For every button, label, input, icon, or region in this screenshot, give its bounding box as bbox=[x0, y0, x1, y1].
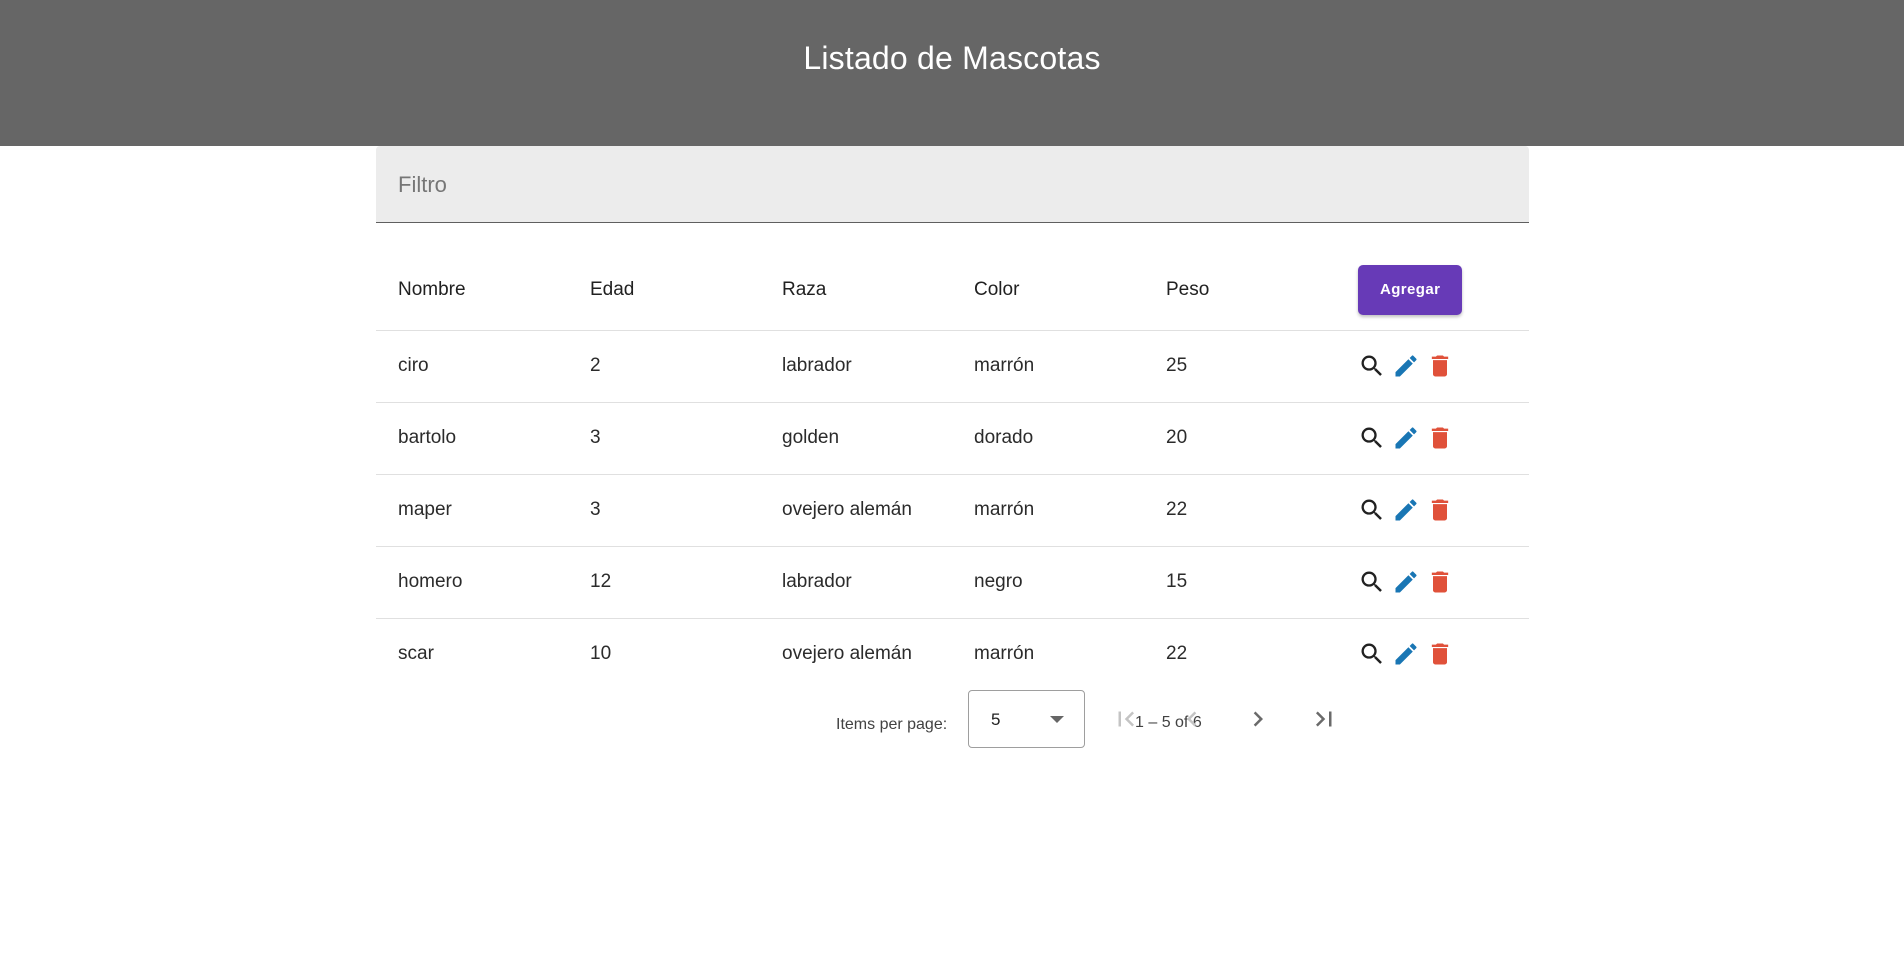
view-button[interactable] bbox=[1358, 639, 1386, 669]
filter-input[interactable] bbox=[398, 168, 1498, 202]
search-icon bbox=[1361, 499, 1382, 520]
edit-button[interactable] bbox=[1392, 423, 1420, 453]
pets-table: Nombre Edad Raza Color Peso Agregar ciro… bbox=[376, 250, 1529, 690]
column-header-raza[interactable]: Raza bbox=[760, 250, 952, 331]
row-actions bbox=[1358, 567, 1529, 597]
cell-edad: 3 bbox=[568, 474, 760, 547]
view-button[interactable] bbox=[1358, 351, 1386, 381]
cell-actions bbox=[1336, 618, 1529, 690]
edit-button[interactable] bbox=[1392, 351, 1420, 381]
cell-color: marrón bbox=[952, 330, 1144, 403]
delete-icon bbox=[1431, 499, 1449, 521]
delete-button[interactable] bbox=[1426, 639, 1454, 669]
cell-nombre: homero bbox=[376, 546, 568, 619]
cell-peso: 22 bbox=[1144, 474, 1336, 547]
edit-icon bbox=[1395, 427, 1417, 449]
last-page-icon bbox=[1315, 711, 1332, 727]
cell-color: negro bbox=[952, 546, 1144, 619]
search-icon bbox=[1361, 355, 1382, 376]
cell-nombre: maper bbox=[376, 474, 568, 547]
main-content: Nombre Edad Raza Color Peso Agregar ciro… bbox=[376, 146, 1529, 766]
delete-button[interactable] bbox=[1426, 351, 1454, 381]
table-row: maper 3 ovejero alemán marrón 22 bbox=[376, 474, 1529, 547]
search-icon bbox=[1361, 643, 1382, 665]
page-size-value: 5 bbox=[991, 710, 1001, 729]
previous-page-icon bbox=[1187, 711, 1197, 727]
dropdown-arrow-icon bbox=[1050, 716, 1064, 723]
delete-button[interactable] bbox=[1426, 495, 1454, 525]
items-per-page-label: Items per page: bbox=[836, 716, 948, 733]
edit-icon bbox=[1395, 355, 1417, 377]
cell-raza: labrador bbox=[760, 330, 952, 403]
next-page-icon bbox=[1253, 711, 1263, 727]
delete-icon bbox=[1431, 427, 1449, 449]
cell-nombre: bartolo bbox=[376, 402, 568, 475]
cell-peso: 20 bbox=[1144, 402, 1336, 475]
cell-color: marrón bbox=[974, 643, 1035, 665]
row-actions bbox=[1358, 351, 1529, 381]
cell-raza: ovejero alemán bbox=[782, 643, 912, 665]
cell-edad: 3 bbox=[568, 402, 760, 475]
row-actions bbox=[1358, 495, 1529, 525]
search-icon bbox=[1361, 427, 1382, 448]
delete-icon bbox=[1431, 571, 1449, 593]
view-button[interactable] bbox=[1358, 423, 1386, 453]
delete-icon bbox=[1431, 355, 1449, 377]
search-icon bbox=[1361, 571, 1382, 592]
page-size-select[interactable]: 5 bbox=[968, 690, 1085, 748]
row-actions bbox=[1358, 639, 1529, 669]
table-row: bartolo 3 golden dorado 20 bbox=[376, 402, 1529, 475]
edit-button[interactable] bbox=[1392, 567, 1420, 597]
cell-color: dorado bbox=[952, 402, 1144, 475]
column-header-color[interactable]: Color bbox=[952, 250, 1144, 331]
edit-icon bbox=[1395, 499, 1417, 521]
column-header-edad[interactable]: Edad bbox=[568, 250, 760, 331]
edit-button[interactable] bbox=[1392, 495, 1420, 525]
table-header-row: Nombre Edad Raza Color Peso Agregar bbox=[376, 250, 1529, 331]
paginator: Items per page: 5 1 – 5 of 6 bbox=[376, 690, 1529, 766]
delete-button[interactable] bbox=[1426, 567, 1454, 597]
table-row: ciro 2 labrador marrón 25 bbox=[376, 330, 1529, 403]
cell-actions bbox=[1336, 474, 1529, 547]
next-page-button[interactable] bbox=[1243, 704, 1273, 734]
cell-peso: 15 bbox=[1144, 546, 1336, 619]
delete-button[interactable] bbox=[1426, 423, 1454, 453]
first-page-icon bbox=[1118, 711, 1135, 727]
cell-raza: golden bbox=[760, 402, 952, 475]
column-header-nombre[interactable]: Nombre bbox=[376, 250, 568, 331]
delete-icon bbox=[1431, 643, 1449, 665]
last-page-button[interactable] bbox=[1309, 704, 1339, 734]
cell-raza: labrador bbox=[760, 546, 952, 619]
app-header: Listado de Mascotas bbox=[0, 0, 1904, 146]
edit-icon bbox=[1395, 571, 1417, 593]
cell-edad: 12 bbox=[568, 546, 760, 619]
cell-peso: 22 bbox=[1166, 643, 1188, 665]
table-row: scar 10 ovejero alemán marrón 22 bbox=[376, 618, 1529, 690]
cell-actions bbox=[1336, 330, 1529, 403]
column-header-peso[interactable]: Peso bbox=[1144, 250, 1336, 331]
cell-color: marrón bbox=[952, 474, 1144, 547]
cell-peso: 25 bbox=[1144, 330, 1336, 403]
page-title: Listado de Mascotas bbox=[803, 40, 1101, 76]
view-button[interactable] bbox=[1358, 495, 1386, 525]
cell-actions bbox=[1336, 546, 1529, 619]
edit-button[interactable] bbox=[1392, 639, 1420, 669]
cell-edad: 2 bbox=[568, 330, 760, 403]
add-button[interactable]: Agregar bbox=[1358, 264, 1463, 315]
cell-nombre: scar bbox=[398, 643, 434, 665]
cell-edad: 10 bbox=[590, 643, 612, 665]
filter-field[interactable] bbox=[376, 146, 1529, 223]
edit-icon bbox=[1395, 643, 1417, 665]
previous-page-button[interactable] bbox=[1177, 704, 1207, 734]
row-actions bbox=[1358, 423, 1529, 453]
column-header-actions: Agregar bbox=[1336, 250, 1529, 331]
view-button[interactable] bbox=[1358, 567, 1386, 597]
table-row: homero 12 labrador negro 15 bbox=[376, 546, 1529, 619]
cell-raza: ovejero alemán bbox=[760, 474, 952, 547]
cell-nombre: ciro bbox=[376, 330, 568, 403]
table-body: ciro 2 labrador marrón 25 bartolo 3 golden dorad… bbox=[376, 330, 1529, 690]
cell-actions bbox=[1336, 402, 1529, 475]
first-page-button[interactable] bbox=[1111, 704, 1141, 734]
